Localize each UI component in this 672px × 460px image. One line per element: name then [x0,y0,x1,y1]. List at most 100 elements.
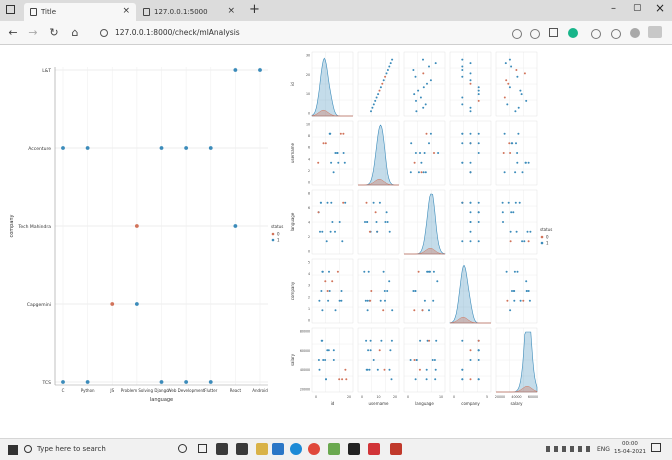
close-button[interactable]: × [655,1,665,15]
task-view-icon[interactable] [198,444,207,453]
data-point [321,309,324,312]
vscode-icon[interactable] [272,443,284,455]
data-point [525,99,528,102]
data-point [461,240,464,243]
data-point [523,240,526,243]
system-tray-icons[interactable] [546,446,594,452]
language-indicator[interactable]: ENG [597,446,610,453]
collections-icon[interactable] [611,29,621,39]
kde-curve [404,193,446,255]
legend-entry: 1 [277,238,280,243]
pairplot-cell [449,51,492,117]
data-point [233,224,238,228]
data-point [324,359,327,361]
page-icon [143,8,150,16]
extension-icon[interactable] [549,28,558,37]
data-point [208,146,213,150]
y-tick-label: 1 [308,307,310,311]
site-info-icon[interactable] [100,29,108,37]
kde-curve [449,265,491,324]
data-point [429,270,431,273]
data-point [390,378,393,381]
clock-time[interactable]: 00:00 [622,441,638,447]
data-point [317,161,320,164]
data-point [334,309,337,312]
tab-inactive[interactable]: 127.0.0.1:5000 × [137,3,241,21]
data-point [469,62,472,65]
data-point [184,380,189,384]
taskbar-search-input[interactable]: Type here to search [37,438,106,460]
data-point [508,142,511,145]
data-point [501,201,504,204]
data-point [469,132,472,135]
data-point [525,290,528,292]
store-icon[interactable] [236,443,248,455]
data-point [159,146,164,150]
notification-icon[interactable] [651,443,661,452]
minimize-button[interactable]: – [611,3,616,14]
excel-icon[interactable] [216,443,228,455]
y-tick-label: Accenture [28,146,51,152]
tab-close-icon[interactable]: × [227,6,235,16]
new-tab-button[interactable]: + [249,2,260,17]
data-point [372,103,375,106]
search-icon[interactable] [24,445,32,453]
chrome-icon[interactable] [308,443,320,455]
data-point [321,270,324,273]
data-point [511,142,514,145]
data-point [328,290,331,292]
data-point [412,69,415,71]
file-explorer-icon[interactable] [256,443,268,455]
pairplot-cell [357,327,400,393]
favorites-icon[interactable] [591,29,601,39]
data-point [505,270,508,273]
data-point [372,201,375,204]
x-tick-label: Problem Solving [121,388,154,393]
back-button[interactable]: ← [5,21,21,45]
data-point [477,99,480,102]
legend-entry: 0 [277,232,280,237]
data-point [469,110,472,113]
reload-button[interactable]: ↻ [46,21,62,45]
data-point [371,106,374,109]
data-point [425,132,428,135]
data-point [370,290,373,292]
data-point [324,280,327,283]
cortana-icon[interactable] [178,444,187,453]
kde-curve [311,57,353,117]
browser-menu-icon[interactable] [6,5,15,14]
search-icon[interactable] [512,29,522,39]
edge-icon[interactable] [290,443,302,455]
tab-close-icon[interactable]: × [122,6,130,16]
y-tick-label: 0 [308,250,310,254]
windows-start-icon[interactable] [8,445,18,455]
data-point [364,221,366,223]
settings-more-icon[interactable] [648,26,662,38]
office-icon[interactable] [368,443,380,455]
clock-date[interactable]: 15-04-2021 [614,449,646,455]
profile-avatar[interactable] [630,28,640,38]
app-icon[interactable] [390,443,402,455]
data-point [428,142,430,145]
x-tick-label: 40000 [511,395,521,399]
home-button[interactable]: ⌂ [67,21,83,45]
data-point [385,72,388,75]
data-point [514,110,517,113]
data-point [382,270,385,273]
maximize-button[interactable]: ▢ [633,3,642,13]
vpn-icon[interactable] [568,28,578,38]
y-tick-label: 5 [308,261,310,265]
data-point [414,75,417,78]
forward-button[interactable]: → [25,21,41,45]
android-studio-icon[interactable] [328,443,340,455]
data-point [334,230,336,233]
tab-active[interactable]: Title × [24,3,136,21]
data-point [110,302,115,306]
data-point [477,240,480,243]
favorite-icon[interactable] [530,29,540,39]
x-axis-label: salary [510,401,523,406]
data-point [384,75,387,78]
terminal-icon[interactable] [348,443,360,455]
data-point [433,359,436,361]
y-tick-label: 30 [306,54,310,58]
